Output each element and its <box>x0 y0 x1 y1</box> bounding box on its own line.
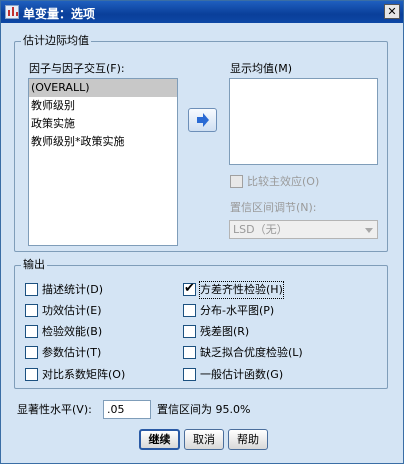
checkbox-label: 方差齐性检验(H) <box>199 281 284 299</box>
checkbox-label: 检验效能(B) <box>42 325 103 338</box>
chevron-down-icon <box>365 228 373 233</box>
window-title: 单变量：选项 <box>23 7 96 21</box>
checkbox[interactable] <box>183 304 196 317</box>
close-button[interactable]: ✕ <box>384 4 400 19</box>
checkbox[interactable] <box>230 175 243 188</box>
checkmark-icon: ✔ <box>184 281 195 296</box>
display-means-label: 显示均值(M) <box>230 62 293 75</box>
checkbox[interactable] <box>25 304 38 317</box>
continue-button[interactable]: 继续 <box>139 429 180 450</box>
checkbox[interactable] <box>183 368 196 381</box>
help-button[interactable]: 帮助 <box>228 429 268 450</box>
list-item[interactable]: (OVERALL) <box>29 79 177 97</box>
factors-label: 因子与因子交互(F): <box>29 62 125 75</box>
title-bar[interactable]: 单变量：选项 ✕ <box>1 1 403 23</box>
checkbox[interactable] <box>25 325 38 338</box>
checkbox-label: 一般估计函数(G) <box>200 368 284 381</box>
checkbox-checked[interactable]: ✔ <box>183 281 196 296</box>
checkbox[interactable] <box>183 346 196 359</box>
significance-input[interactable]: .05 <box>103 400 151 419</box>
ci-adjustment-select[interactable]: LSD（无） <box>229 220 378 239</box>
list-item[interactable]: 政策实施 <box>29 115 177 133</box>
checkbox-label: 残差图(R) <box>200 325 250 338</box>
checkbox-label: 比较主效应(O) <box>247 175 320 188</box>
checkbox-label: 缺乏拟合优度检验(L) <box>200 346 303 359</box>
group-legend: 输出 <box>21 258 47 272</box>
checkbox[interactable] <box>183 325 196 338</box>
checkbox-label: 对比系数矩阵(O) <box>42 368 126 381</box>
significance-label: 显著性水平(V): <box>17 403 92 416</box>
arrow-right-icon <box>197 113 209 127</box>
checkbox[interactable] <box>25 283 38 296</box>
checkbox-label: 功效估计(E) <box>42 304 102 317</box>
group-legend: 估计边际均值 <box>21 34 91 48</box>
cancel-button[interactable]: 取消 <box>184 429 224 450</box>
ci-adjustment-value: LSD（无） <box>233 223 288 236</box>
factors-listbox[interactable]: (OVERALL) 教师级别 政策实施 教师级别*政策实施 <box>28 78 178 246</box>
dialog-window: 单变量：选项 ✕ 估计边际均值 因子与因子交互(F): (OVERALL) 教师… <box>0 0 404 464</box>
checkbox[interactable] <box>25 368 38 381</box>
move-to-display-button[interactable] <box>188 108 217 132</box>
checkbox-label: 描述统计(D) <box>42 283 104 296</box>
checkbox[interactable] <box>25 346 38 359</box>
confidence-interval-text: 置信区间为 95.0% <box>157 403 251 416</box>
spss-chart-icon <box>5 5 19 19</box>
checkbox-label: 分布-水平图(P) <box>200 304 275 317</box>
list-item[interactable]: 教师级别*政策实施 <box>29 133 177 151</box>
ci-adjustment-label: 置信区间调节(N): <box>230 201 317 214</box>
display-means-listbox[interactable] <box>229 78 378 165</box>
list-item[interactable]: 教师级别 <box>29 97 177 115</box>
checkbox-label: 参数估计(T) <box>42 346 102 359</box>
